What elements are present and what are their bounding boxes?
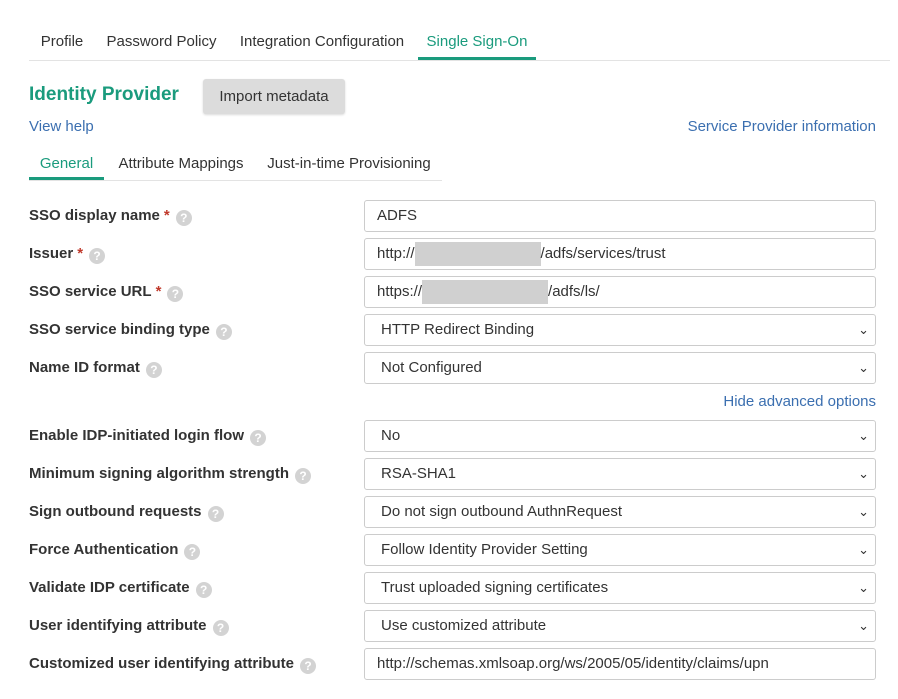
row-force-auth: Force Authentication? Follow Identity Pr…	[29, 534, 876, 566]
row-issuer: Issuer *? http:///adfs/services/trust	[29, 238, 876, 270]
help-icon[interactable]: ?	[300, 658, 317, 674]
view-help-link[interactable]: View help	[29, 118, 94, 135]
custom-user-attr-input[interactable]: http://schemas.xmlsoap.org/ws/2005/05/id…	[364, 648, 876, 680]
top-tab-bar: Profile Password Policy Integration Conf…	[29, 23, 890, 61]
user-attr-select[interactable]: Use customized attribute ⌄	[364, 610, 876, 642]
label-name-id-format: Name ID format?	[29, 352, 162, 384]
min-signing-select[interactable]: RSA-SHA1 ⌄	[364, 458, 876, 490]
page-title: Identity Provider	[29, 84, 179, 105]
help-icon[interactable]: ?	[184, 544, 201, 560]
row-user-attr: User identifying attribute? Use customiz…	[29, 610, 876, 642]
help-icon[interactable]: ?	[145, 362, 162, 378]
help-icon[interactable]: ?	[212, 620, 229, 636]
label-sso-display-name: SSO display name *?	[29, 200, 192, 232]
label-force-auth: Force Authentication?	[29, 534, 201, 566]
subtab-jit-provisioning[interactable]: Just-in-time Provisioning	[265, 148, 433, 180]
tab-single-sign-on[interactable]: Single Sign-On	[418, 23, 536, 60]
chevron-down-icon: ⌄	[858, 428, 869, 443]
sub-tab-bar: General Attribute Mappings Just-in-time …	[29, 148, 442, 181]
label-min-signing: Minimum signing algorithm strength?	[29, 458, 311, 490]
chevron-down-icon: ⌄	[858, 542, 869, 557]
redacted-block	[422, 280, 549, 305]
help-icon[interactable]: ?	[167, 286, 184, 302]
hide-advanced-options-link[interactable]: Hide advanced options	[723, 393, 876, 410]
label-idp-initiated: Enable IDP-initiated login flow?	[29, 420, 267, 452]
sso-display-name-input[interactable]: ADFS	[364, 200, 876, 232]
idp-initiated-select[interactable]: No ⌄	[364, 420, 876, 452]
help-icon[interactable]: ?	[207, 506, 224, 522]
help-icon[interactable]: ?	[215, 324, 232, 340]
chevron-down-icon: ⌄	[858, 322, 869, 337]
help-icon[interactable]: ?	[295, 468, 311, 484]
help-icon[interactable]: ?	[195, 582, 212, 598]
label-validate-cert: Validate IDP certificate?	[29, 572, 212, 604]
chevron-down-icon: ⌄	[858, 580, 869, 595]
binding-type-select[interactable]: HTTP Redirect Binding ⌄	[364, 314, 876, 346]
service-provider-info-link[interactable]: Service Provider information	[688, 118, 876, 135]
tab-integration-configuration[interactable]: Integration Configuration	[228, 23, 416, 60]
row-binding-type: SSO service binding type? HTTP Redirect …	[29, 314, 876, 346]
label-custom-user-attr: Customized user identifying attribute?	[29, 648, 317, 680]
row-min-signing: Minimum signing algorithm strength? RSA-…	[29, 458, 876, 490]
label-user-attr: User identifying attribute?	[29, 610, 229, 642]
tab-profile[interactable]: Profile	[29, 23, 95, 60]
validate-cert-select[interactable]: Trust uploaded signing certificates ⌄	[364, 572, 876, 604]
help-icon[interactable]: ?	[175, 210, 192, 226]
subtab-general[interactable]: General	[29, 148, 104, 180]
help-icon[interactable]: ?	[250, 430, 267, 446]
force-auth-select[interactable]: Follow Identity Provider Setting ⌄	[364, 534, 876, 566]
issuer-input[interactable]: http:///adfs/services/trust	[364, 238, 876, 270]
label-issuer: Issuer *?	[29, 238, 106, 270]
chevron-down-icon: ⌄	[858, 466, 869, 481]
help-icon[interactable]: ?	[89, 248, 106, 264]
sso-service-url-input[interactable]: https:///adfs/ls/	[364, 276, 876, 308]
sso-settings-page: Profile Password Policy Integration Conf…	[0, 0, 898, 699]
name-id-format-select[interactable]: Not Configured ⌄	[364, 352, 876, 384]
label-binding-type: SSO service binding type?	[29, 314, 232, 346]
chevron-down-icon: ⌄	[858, 504, 869, 519]
row-name-id-format: Name ID format? Not Configured ⌄	[29, 352, 876, 384]
label-sign-outbound: Sign outbound requests?	[29, 496, 224, 528]
tab-password-policy[interactable]: Password Policy	[95, 23, 228, 60]
row-sign-outbound: Sign outbound requests? Do not sign outb…	[29, 496, 876, 528]
row-validate-cert: Validate IDP certificate? Trust uploaded…	[29, 572, 876, 604]
redacted-block	[414, 242, 541, 267]
label-sso-service-url: SSO service URL *?	[29, 276, 184, 308]
chevron-down-icon: ⌄	[858, 360, 869, 375]
row-custom-user-attr: Customized user identifying attribute? h…	[29, 648, 876, 680]
row-idp-initiated: Enable IDP-initiated login flow? No ⌄	[29, 420, 876, 452]
chevron-down-icon: ⌄	[858, 618, 869, 633]
subtab-attribute-mappings[interactable]: Attribute Mappings	[108, 148, 254, 180]
import-metadata-button[interactable]: Import metadata	[203, 79, 345, 114]
sign-outbound-select[interactable]: Do not sign outbound AuthnRequest ⌄	[364, 496, 876, 528]
row-sso-display-name: SSO display name *? ADFS	[29, 200, 876, 232]
row-sso-service-url: SSO service URL *? https:///adfs/ls/	[29, 276, 876, 308]
